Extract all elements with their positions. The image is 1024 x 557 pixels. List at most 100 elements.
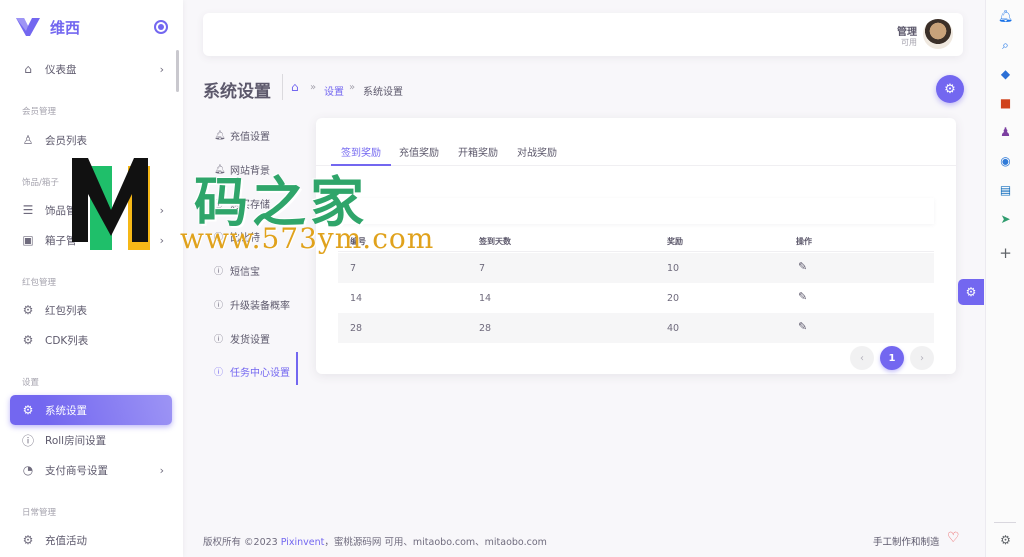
info-icon: ⓘ xyxy=(21,433,34,448)
gear-icon[interactable]: ⚙ xyxy=(986,533,1024,547)
footer-copyright-prefix: 版权所有 ©2023 xyxy=(203,537,278,548)
sidebar: 维西 ⌂ 仪表盘 › 会员管理 ♙ 会员列表 饰品/箱子 ☰ 饰品管 › ▣ 箱… xyxy=(0,0,183,557)
breadcrumb-current: 系统设置 xyxy=(363,87,403,98)
user-name: 管理 xyxy=(897,27,917,38)
bell-icon[interactable]: 🔔︎ xyxy=(986,9,1024,23)
sidebar-item-label: CDK列表 xyxy=(45,334,89,347)
customizer-toggle-button[interactable]: ⚙ xyxy=(958,279,984,305)
settings-item-task-center[interactable]: ⓘ 任务中心设置 xyxy=(214,364,290,379)
edit-icon[interactable]: ✎ xyxy=(798,260,807,273)
footer-made-with: 手工制作和制造 xyxy=(873,537,940,548)
info-icon: ⓘ xyxy=(214,335,224,345)
pagination-prev-button[interactable]: ‹ xyxy=(850,346,874,370)
tab-divider xyxy=(316,165,956,166)
table-toolbar xyxy=(338,198,934,224)
brand-logo-icon xyxy=(16,18,40,36)
add-icon[interactable]: + xyxy=(986,244,1024,262)
settings-item-label: 发货设置 xyxy=(230,335,270,346)
home-icon: ⌂ xyxy=(24,62,32,76)
sidebar-item-system-settings[interactable]: ⚙ 系统设置 xyxy=(10,395,172,425)
settings-item-recharge[interactable]: 🔔︎ 充值设置 xyxy=(214,128,270,144)
sidebar-toggle-icon[interactable] xyxy=(154,20,168,34)
reward-table-card: 编号 签到天数 奖励 操作 7 7 10 ✎ 14 14 20 ✎ 28 28 … xyxy=(338,198,934,348)
watermark-logo-icon xyxy=(72,158,150,250)
table-row: 7 7 10 ✎ xyxy=(338,253,934,283)
settings-item-shipping[interactable]: ⓘ 发货设置 xyxy=(214,331,270,346)
edit-icon[interactable]: ✎ xyxy=(798,320,807,333)
send-icon[interactable]: ➤ xyxy=(986,212,1024,226)
rail-divider xyxy=(994,522,1016,523)
user-icon: ♙ xyxy=(22,133,34,147)
pagination-page-button[interactable]: 1 xyxy=(880,346,904,370)
chevron-right-icon: › xyxy=(159,203,164,217)
cell-days: 14 xyxy=(479,293,492,304)
sidebar-item-member-list[interactable]: ♙ 会员列表 xyxy=(10,125,172,155)
table-row: 14 14 20 ✎ xyxy=(338,283,934,313)
people-icon[interactable]: ♟ xyxy=(986,125,1024,139)
watermark-url: www.573ym.com xyxy=(180,222,435,255)
sidebar-item-dashboard[interactable]: ⌂ 仪表盘 › xyxy=(10,54,172,84)
table-row: 28 28 40 ✎ xyxy=(338,313,934,343)
sidebar-item-cdk-list[interactable]: ⚙ CDK列表 xyxy=(10,325,172,355)
tag-icon[interactable]: ◆ xyxy=(986,67,1024,81)
list-icon: ☰ xyxy=(22,203,34,217)
nav-section-header: 红包管理 xyxy=(22,278,57,288)
settings-item-label: 充值设置 xyxy=(230,132,270,143)
gear-icon: ⚙ xyxy=(965,285,977,299)
pie-chart-icon: ◔ xyxy=(22,463,34,477)
avatar[interactable] xyxy=(923,19,953,49)
sidebar-item-recharge-activity[interactable]: ⚙ 充值活动 xyxy=(10,525,172,555)
nav-section-header: 饰品/箱子 xyxy=(22,178,59,188)
home-icon[interactable]: ⌂ xyxy=(291,80,299,94)
cell-reward: 10 xyxy=(667,263,680,274)
settings-gear-button[interactable]: ⚙ xyxy=(936,75,964,103)
gear-icon: ⚙ xyxy=(22,403,34,417)
footer-copyright-suffix: ，蜜桃源码网 可用、mitaobo.com、mitaobo.com xyxy=(324,537,547,548)
breadcrumb-separator: » xyxy=(349,82,356,93)
user-role: 可用 xyxy=(901,38,917,47)
bell-icon: 🔔︎ xyxy=(214,130,226,141)
settings-item-label: 短信宝 xyxy=(230,267,260,278)
top-navbar: 管理 可用 xyxy=(203,13,963,56)
sidebar-item-label: 支付商号设置 xyxy=(45,464,108,477)
tab-battle-reward[interactable]: 对战奖励 xyxy=(517,144,557,159)
pagination-next-button[interactable]: › xyxy=(910,346,934,370)
header-divider xyxy=(282,74,283,100)
office-icon[interactable]: ◉ xyxy=(986,154,1024,168)
cell-reward: 40 xyxy=(667,323,680,334)
cell-days: 28 xyxy=(479,323,492,334)
box-icon: ▣ xyxy=(22,233,34,247)
cell-id: 14 xyxy=(350,293,363,304)
sidebar-item-label: Roll房间设置 xyxy=(45,434,107,447)
sidebar-item-label: 充值活动 xyxy=(45,534,87,547)
settings-item-label: 升级装备概率 xyxy=(230,301,290,312)
edit-icon[interactable]: ✎ xyxy=(798,290,807,303)
search-icon[interactable]: ⌕ xyxy=(986,38,1024,53)
info-icon: ⓘ xyxy=(214,267,224,277)
settings-active-indicator xyxy=(296,352,298,385)
info-icon: ⓘ xyxy=(214,368,224,378)
tab-signin-reward[interactable]: 签到奖励 xyxy=(341,144,381,159)
sidebar-scrollbar[interactable] xyxy=(176,50,179,92)
footer-copyright: 版权所有 ©2023 Pixinvent，蜜桃源码网 可用、mitaobo.co… xyxy=(203,534,547,548)
sidebar-item-label: 系统设置 xyxy=(45,404,87,417)
sidebar-item-roll-room-settings[interactable]: ⓘ Roll房间设置 xyxy=(10,425,172,455)
breadcrumb-link[interactable]: 设置 xyxy=(324,83,344,98)
settings-item-upgrade-probability[interactable]: ⓘ 升级装备概率 xyxy=(214,297,290,312)
tab-open-box-reward[interactable]: 开箱奖励 xyxy=(458,144,498,159)
nav-section-header: 日常管理 xyxy=(22,508,57,518)
sidebar-item-redpacket-list[interactable]: ⚙ 红包列表 xyxy=(10,295,172,325)
outlook-icon[interactable]: ▤ xyxy=(986,183,1024,197)
cell-reward: 20 xyxy=(667,293,680,304)
toolbox-icon[interactable]: ■ xyxy=(986,96,1024,110)
footer-link[interactable]: Pixinvent xyxy=(281,537,325,548)
brand-name: 维西 xyxy=(50,18,81,37)
tab-recharge-reward[interactable]: 充值奖励 xyxy=(399,144,439,159)
sidebar-item-payment-merchant-settings[interactable]: ◔ 支付商号设置 › xyxy=(10,455,172,485)
settings-item-sms[interactable]: ⓘ 短信宝 xyxy=(214,263,260,278)
sidebar-item-label: 红包列表 xyxy=(45,304,87,317)
page-title: 系统设置 xyxy=(203,82,271,102)
gear-icon: ⚙ xyxy=(22,333,34,347)
nav-section-header: 会员管理 xyxy=(22,107,57,117)
sidebar-item-label: 会员列表 xyxy=(45,134,87,147)
